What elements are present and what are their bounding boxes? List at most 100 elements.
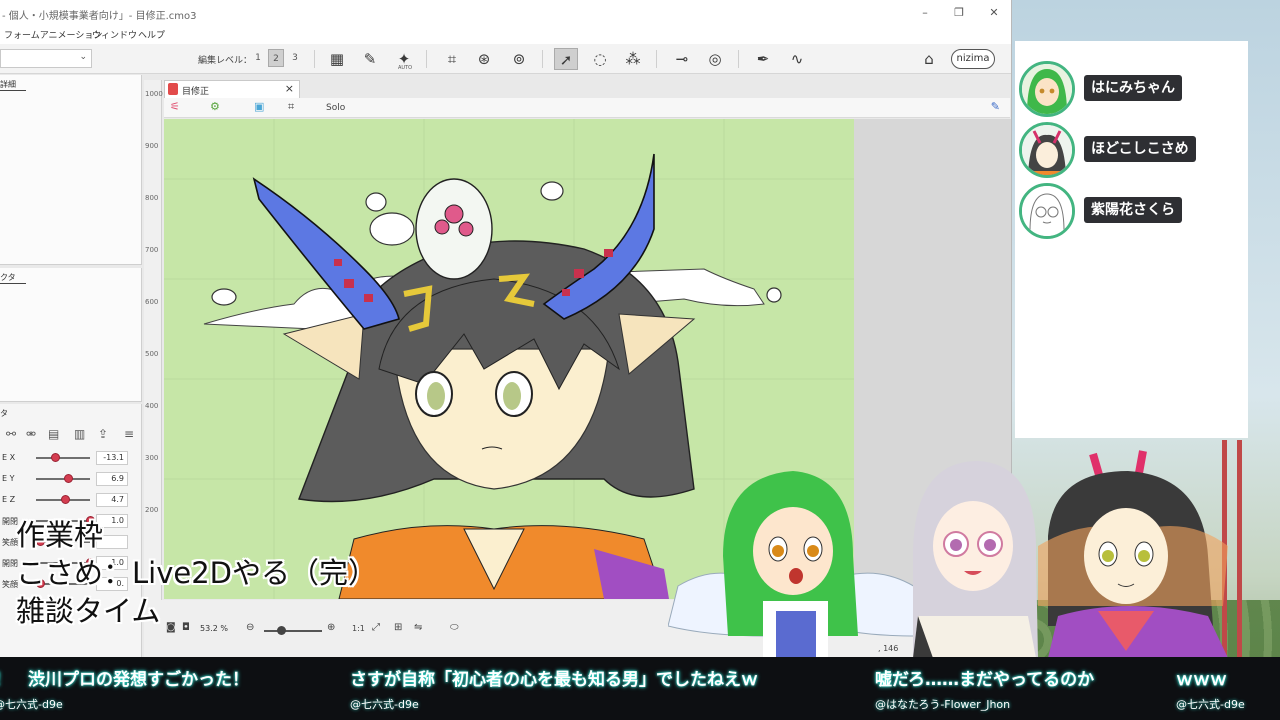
menu-icon[interactable]: ≡ — [124, 427, 134, 441]
warp-deformer-icon[interactable]: ⊚ — [507, 48, 531, 70]
ruler-mark: 600 — [145, 298, 159, 306]
vtuber-green-hair — [667, 471, 929, 658]
comment-author: @七六式-d9e — [0, 698, 63, 711]
toolbar-divider — [542, 50, 543, 68]
ruler-mark: 200 — [145, 506, 159, 514]
auto-label: AUTO — [398, 65, 413, 71]
comment-author: @七六式-d9e — [350, 698, 419, 711]
guide-visibility-icon[interactable]: ▣ — [254, 100, 264, 113]
comment-text: さすが自称「初心者の心を最も知る男」でしたねえｗ — [350, 670, 758, 690]
flip-icon[interactable]: ⇋ — [414, 622, 422, 633]
nizima-button[interactable]: nizima — [951, 49, 995, 69]
menu-window[interactable]: ウィンドウ — [92, 28, 137, 41]
solo-toggle[interactable]: Solo — [326, 103, 345, 113]
deformer-visibility-icon[interactable]: ⚟ — [170, 100, 180, 113]
document-tab[interactable]: 目修正 × — [164, 80, 300, 98]
detail-panel-title: 詳細 — [0, 80, 16, 89]
zoom-slider[interactable] — [264, 630, 322, 632]
stream-line-topic: こさめ：Live2Dやる（完） — [16, 556, 377, 590]
inspector-panel-title: クタ — [0, 273, 16, 282]
edit-level-1[interactable]: 1 — [250, 49, 266, 67]
edit-level-3[interactable]: 3 — [287, 49, 303, 67]
window-title: - 個人・小規模事業者向け」- 目修正.cmo3 — [2, 11, 197, 22]
rotate-deformer-icon[interactable]: ⊛ — [472, 48, 496, 70]
arrow-cursor-icon[interactable]: ➚ — [554, 48, 578, 70]
panel-underline — [0, 90, 26, 91]
comment-ticker: ！ 渋川プロの発想すごかった！ @七六式-d9e さすが自称「初心者の心を最も知… — [0, 657, 1280, 720]
pin-icon[interactable]: ✎ — [991, 100, 1000, 113]
document-icon — [168, 83, 178, 95]
detail-panel: 詳細 — [0, 75, 142, 265]
menu-form-animation[interactable]: フォームアニメーション — [4, 28, 102, 41]
grid-icon[interactable]: ▥ — [74, 427, 85, 441]
parameter-name: E Z — [2, 495, 16, 504]
ruler-mark: 900 — [145, 142, 159, 150]
voice-channel-panel: はにみちゃん ほどこしこさめ 紫陽花さくら — [1015, 41, 1248, 438]
main-toolbar: ⌄ 編集レベル： 1 2 3 ▦ ✎ ✦ AUTO ⌗ ⊛ ⊚ ➚ ◌ ⁂ ⊸ … — [0, 44, 1011, 74]
grid-mesh-icon[interactable]: ⌗ — [440, 48, 464, 70]
toolbar-divider — [738, 50, 739, 68]
crosshair-icon[interactable]: ⊞ — [394, 622, 402, 633]
parameter-panel-title: タ — [0, 409, 8, 418]
ruler-mark: 700 — [145, 246, 159, 254]
parameter-slider-handle[interactable] — [51, 453, 60, 462]
lasso-icon[interactable]: ◌ — [588, 48, 612, 70]
parameter-toolbar: ⚯ ⚮ ▤ ▥ ⇪ ≡ — [0, 424, 142, 446]
home-icon[interactable]: ⌂ — [917, 48, 941, 70]
parameter-slider[interactable] — [36, 457, 90, 459]
comment-text: ｗｗｗ — [1176, 670, 1227, 690]
parameter-value[interactable]: 6.9 — [96, 472, 128, 486]
close-tab-icon[interactable]: × — [285, 82, 294, 95]
member-name: 紫陽花さくら — [1084, 197, 1182, 223]
document-tab-label: 目修正 — [182, 87, 210, 97]
ruler-mark: 500 — [145, 350, 159, 358]
keyform-icon[interactable]: ▤ — [48, 427, 59, 441]
sketch-avatar — [1019, 183, 1075, 239]
ruler-mark: 1000 — [145, 90, 163, 98]
title-bar: - 個人・小規模事業者向け」- 目修正.cmo3 – ❐ ✕ — [0, 0, 1011, 26]
ruler-mark: 800 — [145, 194, 159, 202]
menu-help[interactable]: ヘルプ — [138, 28, 165, 41]
edit-level-label: 編集レベル： — [198, 56, 253, 66]
ruler-mark: 300 — [145, 454, 159, 462]
parameter-slider-handle[interactable] — [61, 495, 70, 504]
horned-girl-avatar — [1019, 122, 1075, 178]
workspace-select[interactable]: ⌄ — [0, 49, 92, 68]
export-icon[interactable]: ⇪ — [98, 427, 108, 441]
unlink-icon[interactable]: ⚮ — [26, 427, 36, 441]
minimize-icon[interactable]: – — [914, 5, 936, 21]
vtuber-models — [667, 436, 1248, 658]
member-name: ほどこしこさめ — [1084, 136, 1196, 162]
display-mode-icon[interactable]: ⬭ — [450, 622, 459, 633]
parameter-row: E Z 4.7 — [0, 490, 142, 510]
grid-visibility-icon[interactable]: ⌗ — [288, 100, 294, 114]
link-icon[interactable]: ⚯ — [6, 427, 16, 441]
magic-brush-icon[interactable]: ⁂ — [621, 48, 645, 70]
stream-overlay-title: 作業枠 こさめ：Live2Dやる（完） 雑談タイム — [16, 516, 377, 630]
close-icon[interactable]: ✕ — [983, 5, 1005, 21]
stream-line-chat: 雑談タイム — [16, 594, 161, 628]
parameter-row: E Y 6.9 — [0, 469, 142, 489]
parameter-name: E X — [2, 453, 16, 462]
vtuber-white-hair — [913, 461, 1038, 658]
mesh-visibility-icon[interactable]: ⚙ — [210, 100, 220, 113]
inspector-panel: クタ — [0, 268, 142, 402]
layer-icon[interactable]: ▦ — [325, 48, 349, 70]
comment-text: ！ 渋川プロの発想すごかった！ — [0, 670, 249, 690]
maximize-icon[interactable]: ❐ — [948, 5, 970, 21]
comment-text: 嘘だろ……まだやってるのか — [875, 670, 1095, 690]
pin-tool-icon[interactable]: ⊸ — [670, 48, 694, 70]
parameter-slider-handle[interactable] — [63, 474, 73, 483]
comment-author: @はなたろう-Flower_Jhon — [875, 698, 1011, 711]
edit-level-2[interactable]: 2 — [268, 49, 284, 67]
target-tool-icon[interactable]: ◎ — [703, 48, 727, 70]
mesh-edit-icon[interactable]: ✎ — [358, 48, 382, 70]
curve-icon[interactable]: ∿ — [785, 48, 809, 70]
parameter-value[interactable]: -13.1 — [96, 451, 128, 465]
green-hair-avatar — [1019, 61, 1075, 117]
menu-bar: フォームアニメーション ウィンドウ ヘルプ — [0, 26, 1011, 44]
voice-member: 紫陽花さくら — [1017, 183, 1248, 241]
pen-icon[interactable]: ✒ — [751, 48, 775, 70]
view-toolbar: ⚟ ⚙ ▣ ⌗ Solo ✎ — [164, 98, 1010, 118]
parameter-value[interactable]: 4.7 — [96, 493, 128, 507]
